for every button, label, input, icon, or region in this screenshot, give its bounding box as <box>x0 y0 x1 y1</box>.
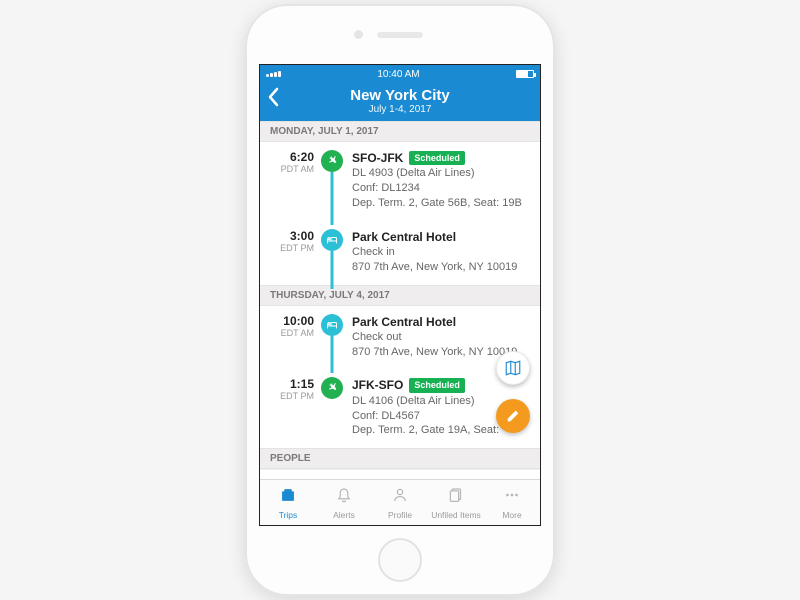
tab-label: Alerts <box>333 510 355 520</box>
phone-frame: 10:40 AM New York City July 1-4, 2017 MO… <box>245 4 555 596</box>
time-column: 1:15EDT PM <box>270 377 318 438</box>
item-time: 6:20 <box>270 150 314 164</box>
travelers-row[interactable]: ›TravelersSam <box>260 469 540 479</box>
time-column: 10:00EDT AM <box>270 314 318 360</box>
item-title: SFO-JFK <box>352 150 403 166</box>
item-title: JFK-SFO <box>352 377 403 393</box>
tab-unfiled[interactable]: Unfiled Items <box>428 480 484 525</box>
item-detail: Park Central HotelCheck in870 7th Ave, N… <box>346 229 530 275</box>
icon-column <box>318 377 346 438</box>
plane-icon <box>321 377 343 399</box>
item-time: 10:00 <box>270 314 314 328</box>
icon-column <box>318 314 346 360</box>
tab-label: Unfiled Items <box>431 510 481 520</box>
date-header: MONDAY, JULY 1, 2017 <box>260 121 540 142</box>
plane-icon <box>321 150 343 172</box>
item-title: Park Central Hotel <box>352 314 456 330</box>
time-column: 6:20PDT AM <box>270 150 318 211</box>
icon-column <box>318 150 346 211</box>
status-badge: Scheduled <box>409 151 465 165</box>
map-fab[interactable] <box>496 351 530 385</box>
itinerary-item[interactable]: 6:20PDT AM SFO-JFK ScheduledDL 4903 (Delta… <box>260 142 540 221</box>
trip-title: New York City <box>260 87 540 104</box>
hotel-icon <box>321 229 343 251</box>
tab-alerts[interactable]: Alerts <box>316 480 372 525</box>
item-tz: EDT PM <box>270 391 314 401</box>
more-icon <box>503 486 521 509</box>
status-bar: 10:40 AM <box>260 65 540 83</box>
map-icon <box>504 359 522 377</box>
pencil-icon <box>505 408 521 424</box>
trip-dates: July 1-4, 2017 <box>260 104 540 115</box>
item-title: Park Central Hotel <box>352 229 456 245</box>
itinerary-item[interactable]: 3:00EDT PM Park Central HotelCheck in870 … <box>260 221 540 285</box>
item-detail: Park Central HotelCheck out870 7th Ave, … <box>346 314 530 360</box>
item-line: Dep. Term. 2, Gate 56B, Seat: 19B <box>352 196 530 211</box>
hotel-icon <box>321 314 343 336</box>
item-line: 870 7th Ave, New York, NY 10019 <box>352 260 530 275</box>
trip-header: New York City July 1-4, 2017 <box>260 83 540 121</box>
people-header: PEOPLE <box>260 448 540 469</box>
timeline-connector <box>331 251 334 289</box>
tab-more[interactable]: More <box>484 480 540 525</box>
app-screen: 10:40 AM New York City July 1-4, 2017 MO… <box>259 64 541 526</box>
tab-bar: Trips Alerts Profile Unfiled Items More <box>260 479 540 525</box>
time-column: 3:00EDT PM <box>270 229 318 275</box>
edit-fab[interactable] <box>496 399 530 433</box>
status-badge: Scheduled <box>409 378 465 392</box>
item-time: 3:00 <box>270 229 314 243</box>
item-time: 1:15 <box>270 377 314 391</box>
tab-trips[interactable]: Trips <box>260 480 316 525</box>
tab-label: Profile <box>388 510 412 520</box>
trips-icon <box>279 486 297 509</box>
tab-label: More <box>502 510 521 520</box>
item-line: DL 4903 (Delta Air Lines) <box>352 166 530 181</box>
item-line: Conf: DL1234 <box>352 181 530 196</box>
unfiled-icon <box>447 486 465 509</box>
item-tz: EDT AM <box>270 328 314 338</box>
icon-column <box>318 229 346 275</box>
profile-icon <box>391 486 409 509</box>
item-line: Check in <box>352 245 530 260</box>
tab-label: Trips <box>279 510 298 520</box>
item-detail: SFO-JFK ScheduledDL 4903 (Delta Air Lines… <box>346 150 530 211</box>
item-tz: PDT AM <box>270 164 314 174</box>
tab-profile[interactable]: Profile <box>372 480 428 525</box>
phone-camera <box>354 30 363 39</box>
alerts-icon <box>335 486 353 509</box>
item-line: Check out <box>352 330 530 345</box>
battery-icon <box>516 70 534 78</box>
timeline-connector <box>331 172 334 225</box>
date-header: THURSDAY, JULY 4, 2017 <box>260 285 540 306</box>
status-time: 10:40 AM <box>377 69 419 80</box>
phone-speaker <box>377 32 423 38</box>
item-tz: EDT PM <box>270 243 314 253</box>
timeline-connector <box>331 336 334 374</box>
home-button[interactable] <box>378 538 422 582</box>
signal-icon <box>266 71 281 77</box>
